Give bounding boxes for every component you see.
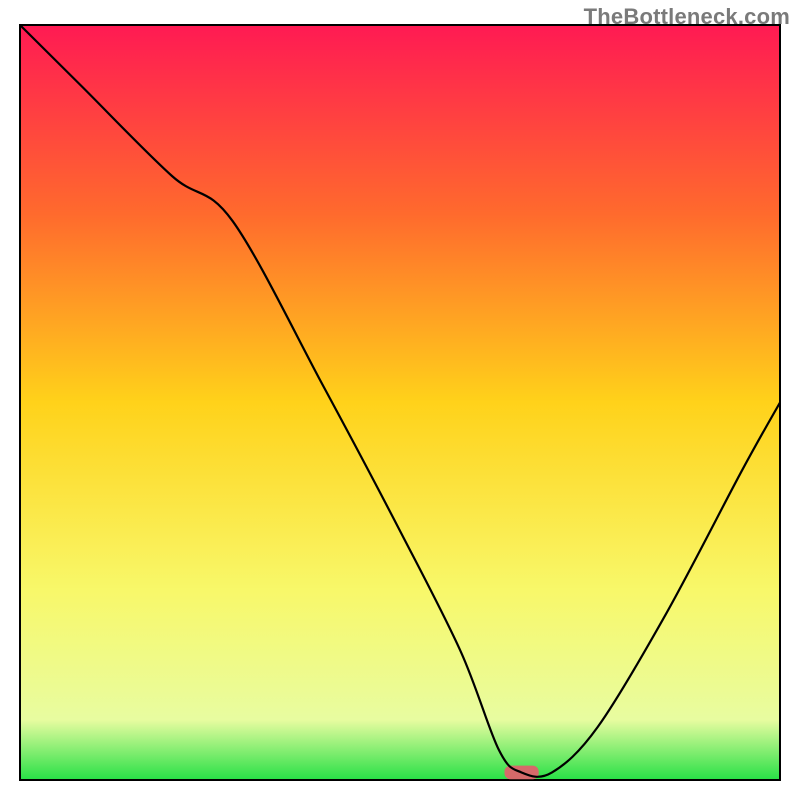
chart-container: TheBottleneck.com [0,0,800,800]
watermark-text: TheBottleneck.com [584,4,790,30]
bottleneck-chart [0,0,800,800]
